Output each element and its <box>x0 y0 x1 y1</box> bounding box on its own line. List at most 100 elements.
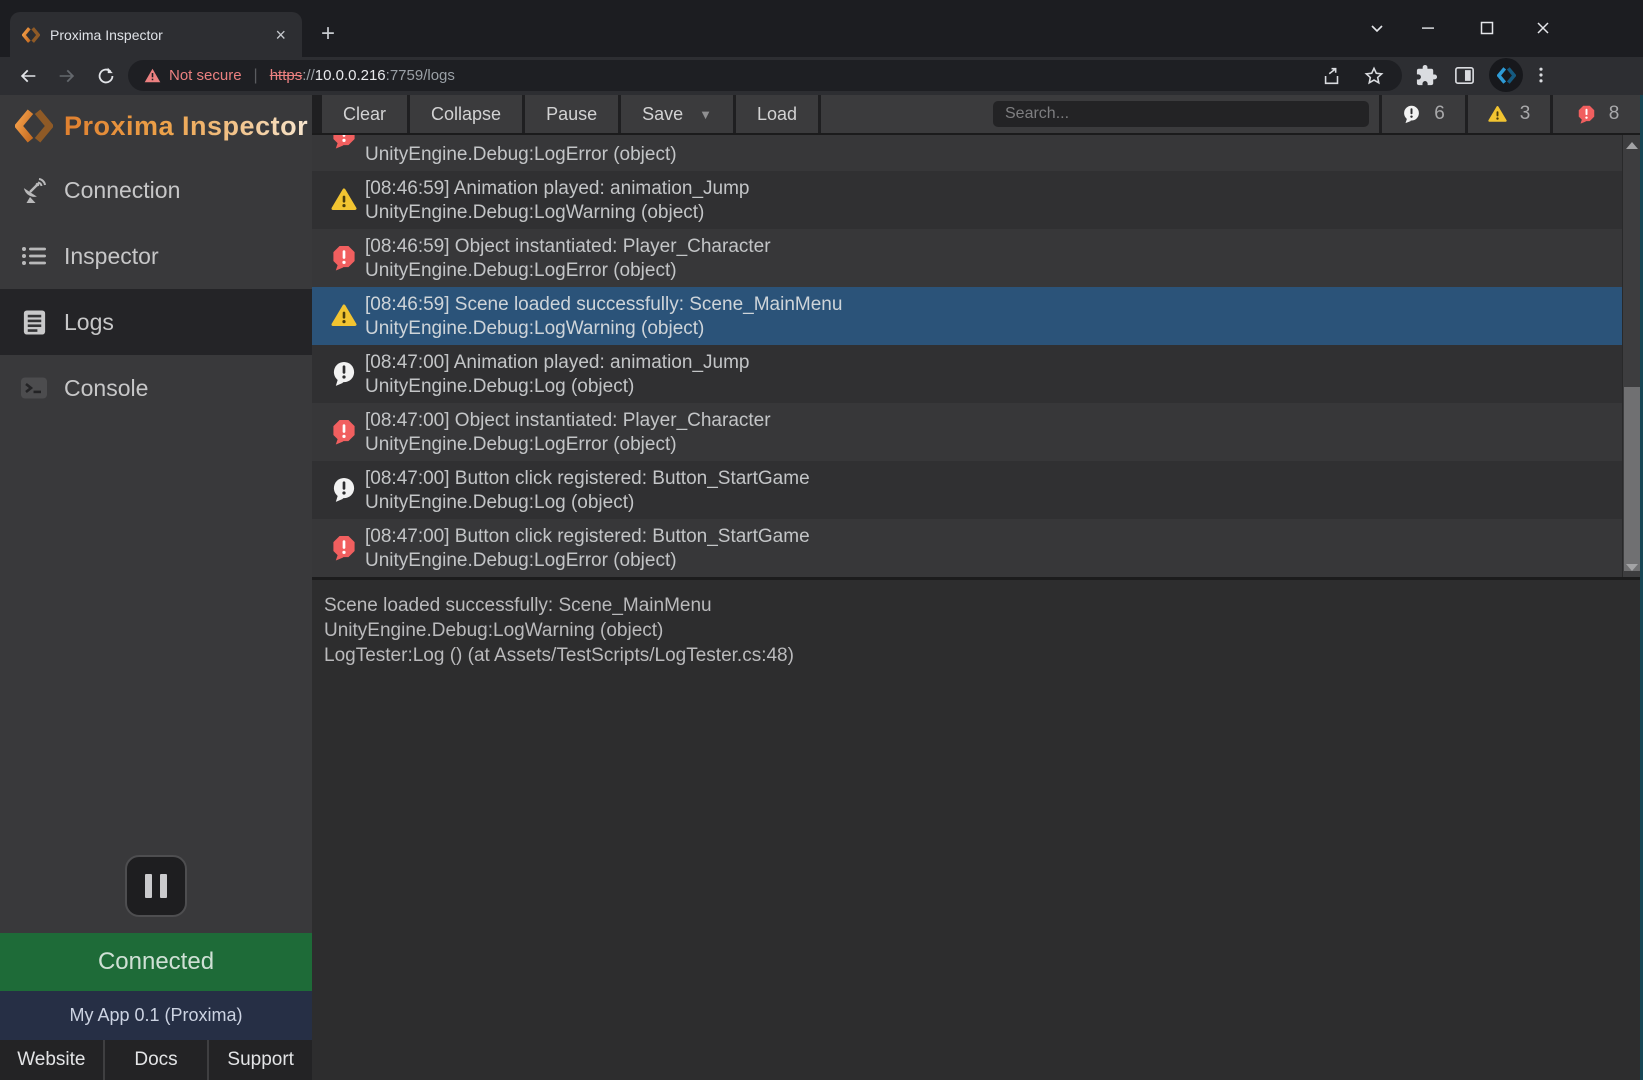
url-scheme-separator: :// <box>302 67 315 84</box>
detail-line: UnityEngine.Debug:LogWarning (object) <box>324 618 1631 643</box>
collapse-button[interactable]: Collapse <box>410 95 522 133</box>
logs-toolbar: Clear Collapse Pause Save▼ Load 6 3 8 <box>312 95 1643 135</box>
log-source: UnityEngine.Debug:Log (object) <box>365 492 634 514</box>
profile-avatar-proxima-icon[interactable] <box>1489 58 1523 92</box>
log-message: [08:47:00] Button click registered: Butt… <box>365 526 810 548</box>
sidebar-footer: WebsiteDocsSupport <box>0 1040 312 1080</box>
log-message: [08:46:59] Object instantiated: Player_C… <box>365 236 771 258</box>
window-close-icon[interactable] <box>1523 8 1563 48</box>
warning-count: 3 <box>1520 103 1531 125</box>
back-button[interactable] <box>13 61 43 91</box>
caret-down-icon[interactable]: ▼ <box>699 107 712 122</box>
extensions-puzzle-icon[interactable] <box>1412 61 1440 89</box>
sidebar-item-logs[interactable]: Logs <box>0 289 312 355</box>
log-list-scrollbar[interactable] <box>1622 135 1641 577</box>
log-row[interactable]: [08:46:59] Animation played: animation_J… <box>312 171 1643 229</box>
log-message: [08:47:00] Button click registered: Butt… <box>365 468 810 490</box>
log-row[interactable]: [08:47:00] Button click registered: Butt… <box>312 519 1643 577</box>
log-message: [08:46:59] Animation played: animation_J… <box>365 178 749 200</box>
log-message: [08:47:00] Object instantiated: Player_C… <box>365 410 771 432</box>
scrollbar-down-arrow-icon[interactable] <box>1623 559 1641 575</box>
brand: Proxima Inspector <box>0 95 312 157</box>
info-count-badge[interactable]: 6 <box>1382 95 1465 133</box>
sidebar-item-console[interactable]: Console <box>0 355 312 421</box>
share-icon[interactable] <box>1320 64 1344 88</box>
load-button[interactable]: Load <box>736 95 818 133</box>
tab-proxima-inspector[interactable]: Proxima Inspector × <box>10 12 302 57</box>
warning-triangle-icon <box>1488 105 1507 124</box>
window-chevron-down-icon[interactable] <box>1357 8 1397 48</box>
new-tab-button[interactable]: + <box>312 18 344 50</box>
log-source: UnityEngine.Debug:LogWarning (object) <box>365 202 704 224</box>
info-bubble-icon <box>331 477 357 503</box>
browser-menu-kebab-icon[interactable] <box>1527 61 1555 89</box>
url-path: :7759/logs <box>386 67 455 84</box>
log-row[interactable]: [08:47:00] Animation played: animation_J… <box>312 345 1643 403</box>
error-bubble-icon <box>1577 105 1596 124</box>
log-row[interactable]: [08:47:00] Button click registered: Butt… <box>312 461 1643 519</box>
not-secure-label[interactable]: Not secure <box>169 67 242 84</box>
brand-name: Proxima Inspector <box>64 111 308 142</box>
logs-panel: Clear Collapse Pause Save▼ Load 6 3 8 UnityE… <box>312 95 1643 1080</box>
log-source: UnityEngine.Debug:LogError (object) <box>365 434 677 456</box>
log-row[interactable]: [08:46:59] Object instantiated: Player_C… <box>312 229 1643 287</box>
not-secure-warning-icon <box>144 68 161 83</box>
window-maximize-icon[interactable] <box>1467 8 1507 48</box>
brand-proxima-diamond-icon <box>15 107 53 145</box>
footer-link-website[interactable]: Website <box>0 1040 103 1080</box>
tab-title: Proxima Inspector <box>50 27 271 43</box>
search-input[interactable] <box>993 101 1369 127</box>
info-bubble-icon <box>331 361 357 387</box>
info-bubble-icon <box>1402 105 1421 124</box>
log-detail-pane: Scene loaded successfully: Scene_MainMen… <box>312 577 1643 1080</box>
scrollbar-up-arrow-icon[interactable] <box>1623 137 1641 153</box>
warning-count-badge[interactable]: 3 <box>1468 95 1550 133</box>
log-row[interactable]: UnityEngine.Debug:LogError (object) <box>312 135 1643 171</box>
sidebar-pause-button[interactable] <box>125 855 187 917</box>
satellite-icon <box>19 175 49 205</box>
search-area <box>821 95 1379 133</box>
url-host: 10.0.0.216 <box>315 67 386 84</box>
error-count-badge[interactable]: 8 <box>1553 95 1643 133</box>
app-info-bar: My App 0.1 (Proxima) <box>0 991 312 1040</box>
scrollbar-thumb[interactable] <box>1624 387 1640 571</box>
button-label: Clear <box>343 104 386 125</box>
save-button[interactable]: Save▼ <box>621 95 733 133</box>
button-label: Load <box>757 104 797 125</box>
info-count: 6 <box>1434 103 1445 125</box>
log-source: UnityEngine.Debug:LogError (object) <box>365 260 677 282</box>
window-minimize-icon[interactable] <box>1408 8 1448 48</box>
button-label: Pause <box>546 104 597 125</box>
document-icon <box>19 307 49 337</box>
connection-status-badge: Connected <box>0 933 312 991</box>
detail-line: LogTester:Log () (at Assets/TestScripts/… <box>324 643 1631 668</box>
footer-link-support[interactable]: Support <box>207 1040 312 1080</box>
sidebar-nav: Connection Inspector Logs Console <box>0 157 312 421</box>
reload-button[interactable] <box>91 61 121 91</box>
tab-strip: Proxima Inspector × + <box>0 0 1643 57</box>
error-bubble-icon <box>331 419 357 445</box>
sidebar-item-connection[interactable]: Connection <box>0 157 312 223</box>
pause-button[interactable]: Pause <box>525 95 618 133</box>
sidebar-item-label: Console <box>64 375 148 402</box>
warning-triangle-icon <box>331 303 357 329</box>
footer-link-docs[interactable]: Docs <box>103 1040 208 1080</box>
side-panel-icon[interactable] <box>1450 61 1478 89</box>
log-source: UnityEngine.Debug:LogWarning (object) <box>365 318 704 340</box>
warning-triangle-icon <box>331 187 357 213</box>
url-scheme: https <box>270 67 303 84</box>
detail-line: Scene loaded successfully: Scene_MainMen… <box>324 593 1631 618</box>
bookmark-star-icon[interactable] <box>1362 64 1386 88</box>
forward-button[interactable] <box>52 61 82 91</box>
address-bar[interactable]: Not secure | https://10.0.0.216:7759/log… <box>128 60 1402 91</box>
clear-button[interactable]: Clear <box>322 95 407 133</box>
sidebar-item-inspector[interactable]: Inspector <box>0 223 312 289</box>
button-label: Collapse <box>431 104 501 125</box>
tab-close-icon[interactable]: × <box>271 26 290 44</box>
log-row-selected[interactable]: [08:46:59] Scene loaded successfully: Sc… <box>312 287 1643 345</box>
log-row[interactable]: [08:47:00] Object instantiated: Player_C… <box>312 403 1643 461</box>
url-divider: | <box>254 67 258 85</box>
log-message: [08:46:59] Scene loaded successfully: Sc… <box>365 294 842 316</box>
log-source: UnityEngine.Debug:LogError (object) <box>365 144 677 166</box>
log-list: UnityEngine.Debug:LogError (object) [08:… <box>312 135 1643 577</box>
